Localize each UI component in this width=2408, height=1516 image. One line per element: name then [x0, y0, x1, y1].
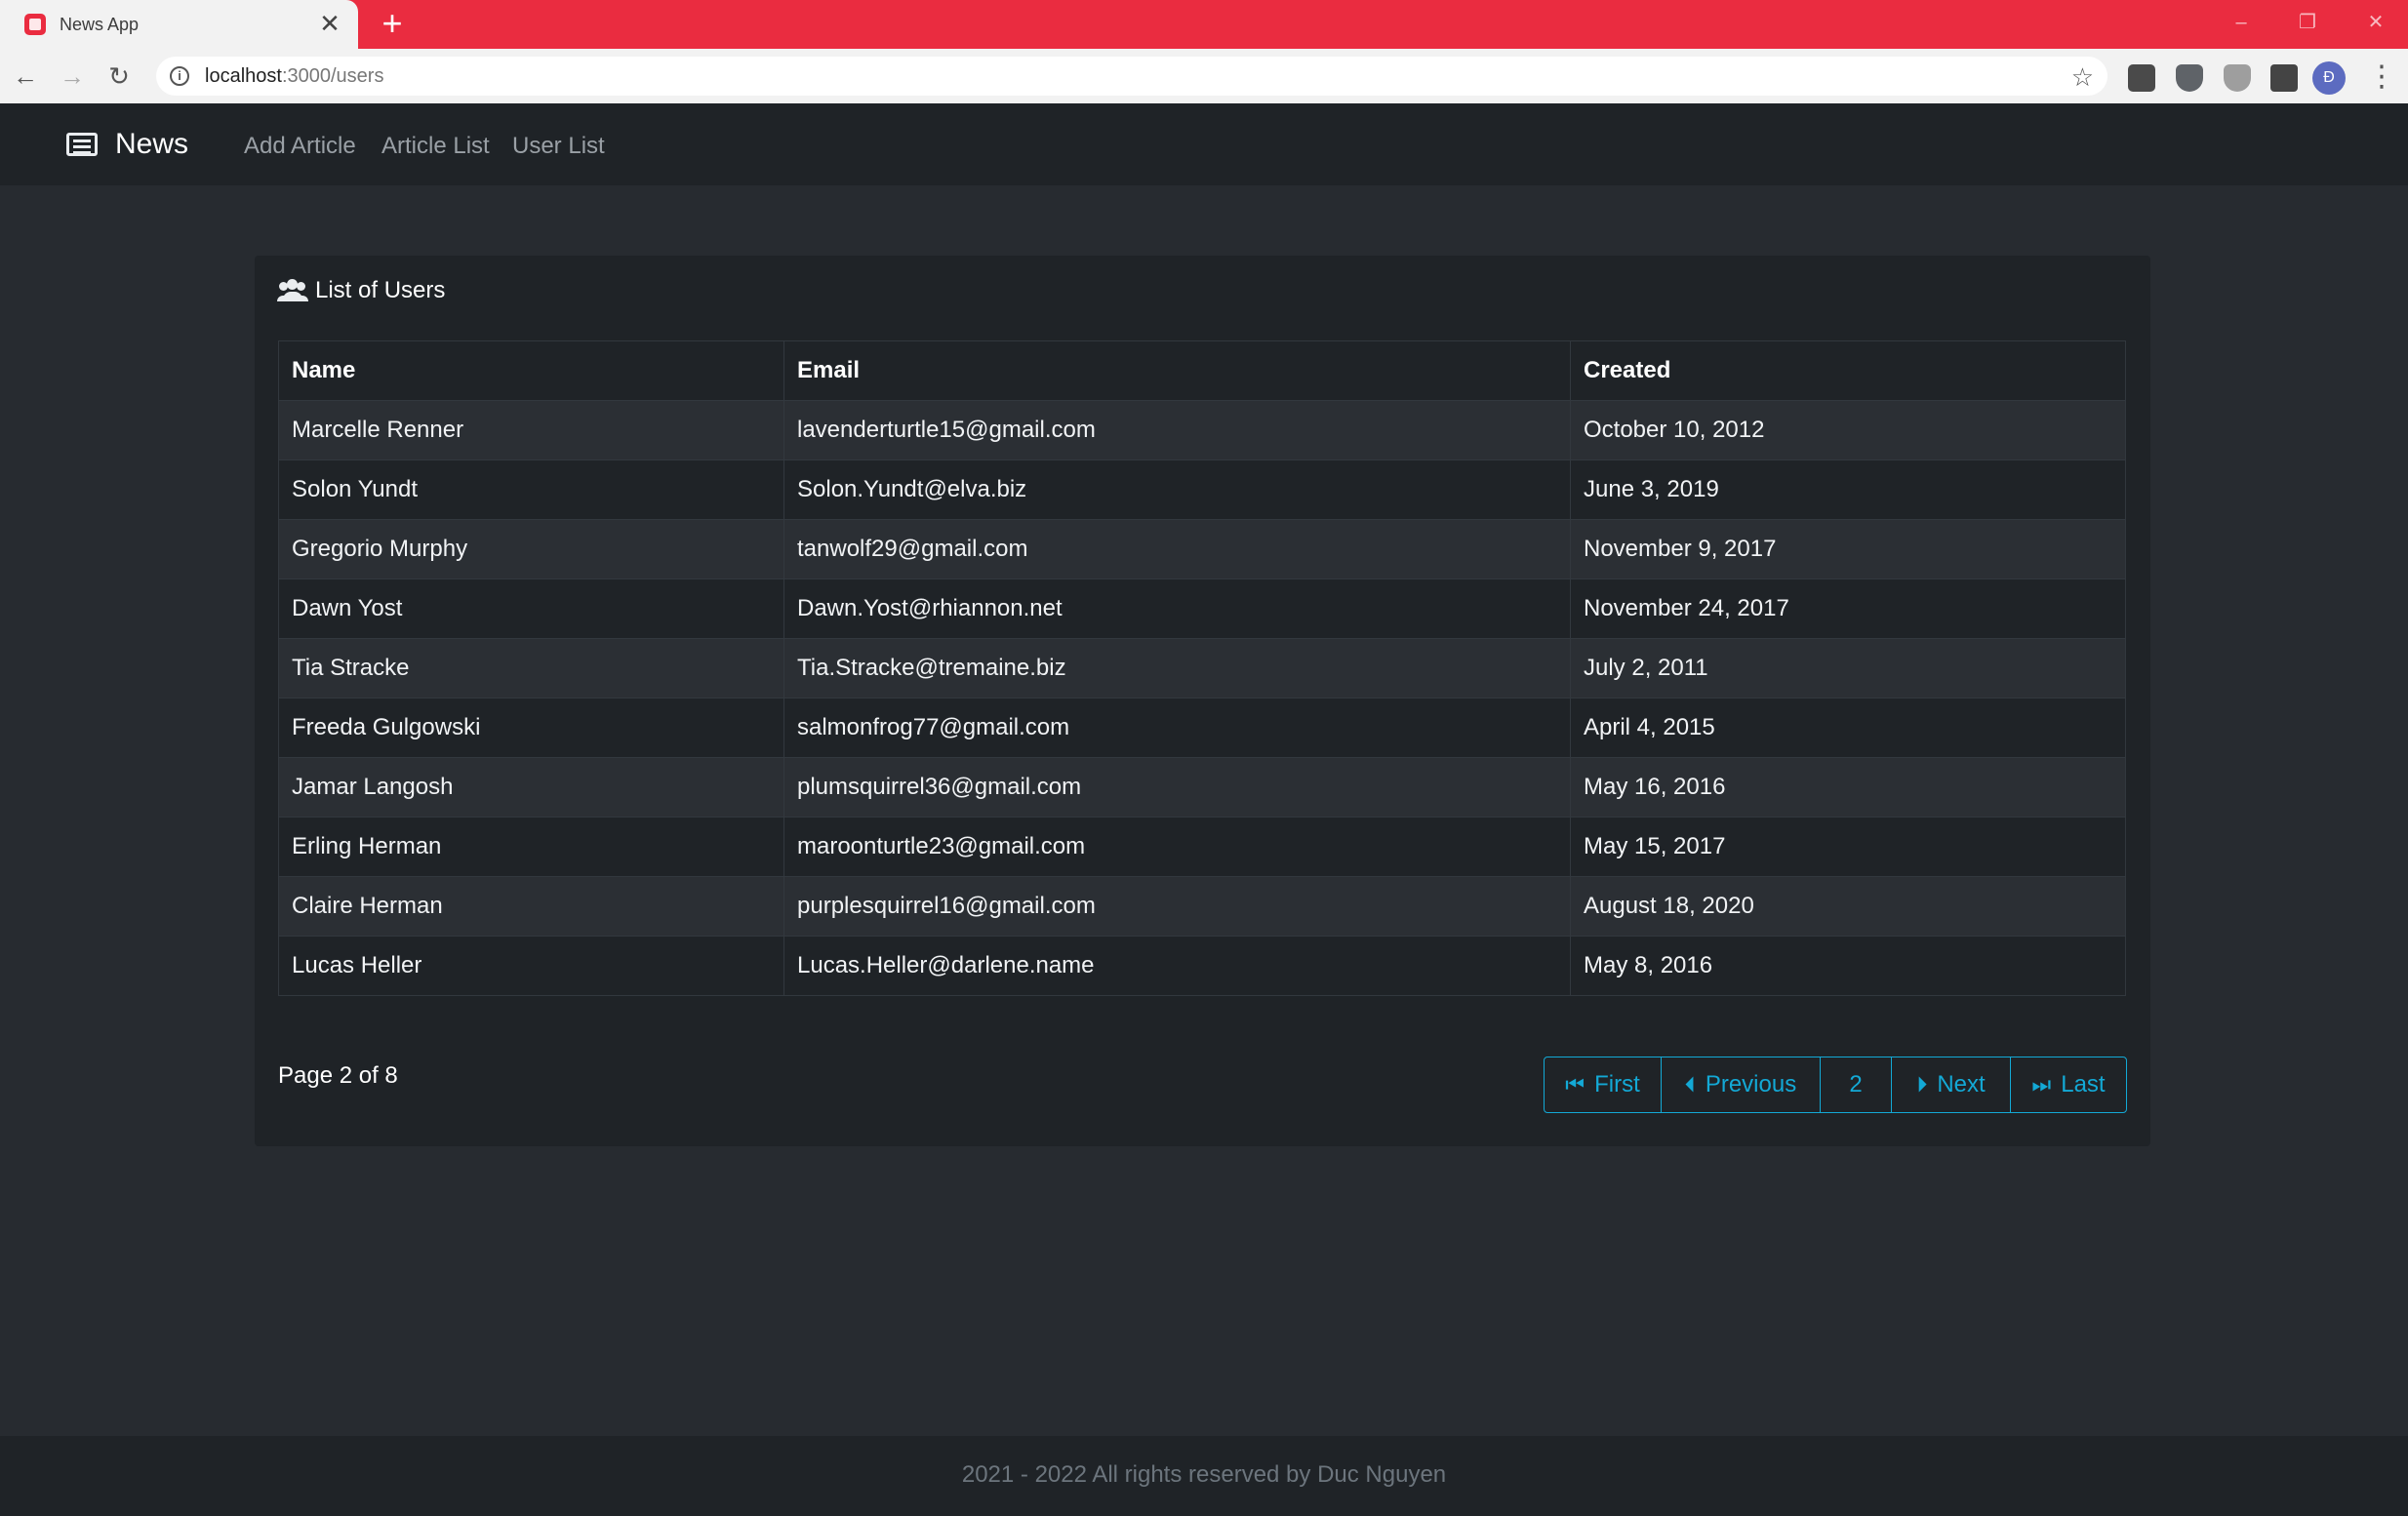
cell-created: April 4, 2015 [1570, 698, 2126, 758]
nav-link-add-article[interactable]: Add Article [244, 133, 356, 160]
cell-name: Freeda Gulgowski [278, 698, 784, 758]
cell-name: Solon Yundt [278, 459, 784, 520]
cell-email: tanwolf29@gmail.com [783, 519, 1571, 579]
site-info-icon[interactable]: i [170, 66, 189, 86]
cell-email: purplesquirrel16@gmail.com [783, 876, 1571, 937]
nav-link-article-list[interactable]: Article List [381, 133, 490, 160]
newspaper-icon [66, 133, 98, 156]
cell-created: May 15, 2017 [1570, 817, 2126, 877]
table-row: Erling Herman maroonturtle23@gmail.com M… [278, 817, 2126, 877]
extensions-puzzle-icon[interactable] [2270, 64, 2298, 92]
cell-email: plumsquirrel36@gmail.com [783, 757, 1571, 818]
step-back-icon: ⏴ [1684, 1072, 1696, 1097]
app-favicon-icon [24, 14, 46, 35]
page-footer: 2021 - 2022 All rights reserved by Duc N… [0, 1436, 2408, 1516]
footer-text: 2021 - 2022 All rights reserved by Duc N… [961, 1461, 1447, 1488]
skip-end-icon: ⏭ [2031, 1072, 2051, 1097]
table-row: Claire Herman purplesquirrel16@gmail.com… [278, 876, 2126, 937]
reload-icon[interactable]: ↻ [105, 62, 133, 90]
first-page-label: First [1594, 1071, 1640, 1097]
current-page-button[interactable]: 2 [1820, 1057, 1892, 1113]
users-icon [278, 279, 307, 302]
skip-start-icon: ⏮ [1565, 1072, 1585, 1097]
users-table: Name Email Created Marcelle Renner laven… [278, 340, 2126, 996]
address-input[interactable]: i localhost:3000/users ☆ [156, 57, 2107, 96]
cell-created: July 2, 2011 [1570, 638, 2126, 698]
window-close-icon[interactable]: ✕ [2361, 8, 2390, 37]
cell-email: maroonturtle23@gmail.com [783, 817, 1571, 877]
next-page-button[interactable]: ⏵ Next [1891, 1057, 2011, 1113]
brand-link[interactable]: News [66, 125, 188, 164]
cell-email: Dawn.Yost@rhiannon.net [783, 578, 1571, 639]
cell-email: salmonfrog77@gmail.com [783, 698, 1571, 758]
column-header-email: Email [783, 340, 1571, 401]
cell-email: Solon.Yundt@elva.biz [783, 459, 1571, 520]
cell-name: Erling Herman [278, 817, 784, 877]
new-tab-button[interactable]: + [375, 6, 410, 41]
brand-text: News [115, 128, 189, 160]
cell-created: November 9, 2017 [1570, 519, 2126, 579]
browser-tab[interactable]: News App ✕ [0, 0, 358, 49]
tab-close-icon[interactable]: ✕ [317, 11, 342, 36]
card-header: List of Users [278, 273, 445, 308]
forward-arrow-icon[interactable]: → [59, 62, 86, 90]
cell-name: Claire Herman [278, 876, 784, 937]
table-row: Tia Stracke Tia.Stracke@tremaine.biz Jul… [278, 638, 2126, 698]
table-row: Lucas Heller Lucas.Heller@darlene.name M… [278, 936, 2126, 996]
table-row: Jamar Langosh plumsquirrel36@gmail.com M… [278, 757, 2126, 818]
cell-created: May 16, 2016 [1570, 757, 2126, 818]
cell-email: Lucas.Heller@darlene.name [783, 936, 1571, 996]
step-forward-icon: ⏵ [1916, 1072, 1927, 1097]
browser-menu-icon[interactable]: ⋮ [2367, 60, 2396, 96]
column-header-name: Name [278, 340, 784, 401]
cell-name: Jamar Langosh [278, 757, 784, 818]
last-page-button[interactable]: ⏭ Last [2010, 1057, 2127, 1113]
minimize-icon[interactable]: – [2227, 8, 2256, 37]
cell-created: October 10, 2012 [1570, 400, 2126, 460]
profile-avatar[interactable]: Đ [2312, 61, 2346, 95]
app-navbar: News Add Article Article List User List [0, 103, 2408, 185]
table-header-row: Name Email Created [278, 340, 2126, 401]
cell-created: May 8, 2016 [1570, 936, 2126, 996]
browser-tabbar: News App ✕ + – ❐ ✕ [0, 0, 2408, 49]
users-card: List of Users Name Email Created Marcell… [255, 256, 2150, 1146]
restore-icon[interactable]: ❐ [2293, 8, 2322, 37]
table-row: Freeda Gulgowski salmonfrog77@gmail.com … [278, 698, 2126, 758]
extension-shield-grey-icon[interactable] [2224, 64, 2251, 92]
table-row: Gregorio Murphy tanwolf29@gmail.com Nove… [278, 519, 2126, 579]
table-row: Marcelle Renner lavenderturtle15@gmail.c… [278, 400, 2126, 460]
cell-created: November 24, 2017 [1570, 578, 2126, 639]
previous-page-button[interactable]: ⏴ Previous [1661, 1057, 1821, 1113]
cell-name: Tia Stracke [278, 638, 784, 698]
cell-created: August 18, 2020 [1570, 876, 2126, 937]
first-page-button[interactable]: ⏮ First [1544, 1057, 1662, 1113]
cell-name: Lucas Heller [278, 936, 784, 996]
last-page-label: Last [2061, 1071, 2106, 1097]
cell-email: Tia.Stracke@tremaine.biz [783, 638, 1571, 698]
cell-name: Gregorio Murphy [278, 519, 784, 579]
extension-shield-icon[interactable] [2176, 64, 2203, 92]
previous-page-label: Previous [1705, 1071, 1797, 1097]
extension-image-icon[interactable] [2128, 64, 2155, 92]
next-page-label: Next [1937, 1071, 1986, 1097]
bookmark-star-icon[interactable]: ☆ [2071, 62, 2094, 93]
nav-link-user-list[interactable]: User List [512, 133, 605, 160]
page-info: Page 2 of 8 [278, 1062, 398, 1089]
pagination: ⏮ First ⏴ Previous 2 ⏵ Next ⏭ Last [1544, 1057, 2127, 1113]
cell-created: June 3, 2019 [1570, 459, 2126, 520]
cell-email: lavenderturtle15@gmail.com [783, 400, 1571, 460]
tab-title: News App [60, 14, 140, 34]
url-text: localhost:3000/users [205, 64, 384, 87]
cell-name: Marcelle Renner [278, 400, 784, 460]
table-row: Dawn Yost Dawn.Yost@rhiannon.net Novembe… [278, 578, 2126, 639]
back-arrow-icon[interactable]: ← [12, 62, 39, 90]
current-page-label: 2 [1849, 1071, 1863, 1097]
cell-name: Dawn Yost [278, 578, 784, 639]
browser-toolbar: ← → ↻ i localhost:3000/users ☆ [0, 49, 2408, 103]
column-header-created: Created [1570, 340, 2126, 401]
card-title: List of Users [315, 277, 446, 303]
table-row: Solon Yundt Solon.Yundt@elva.biz June 3,… [278, 459, 2126, 520]
